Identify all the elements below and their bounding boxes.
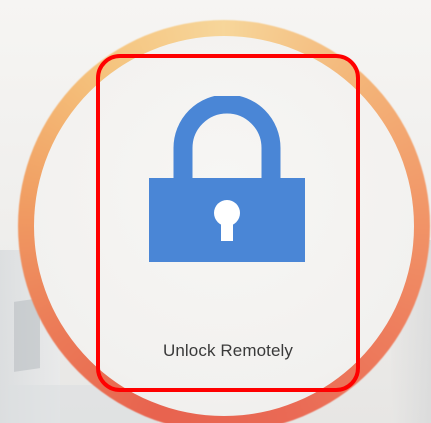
unlock-remotely-label: Unlock Remotely [163,341,293,360]
remote-unlock-screen: Unlock Remotely [0,0,431,423]
lock-icon [149,96,305,262]
